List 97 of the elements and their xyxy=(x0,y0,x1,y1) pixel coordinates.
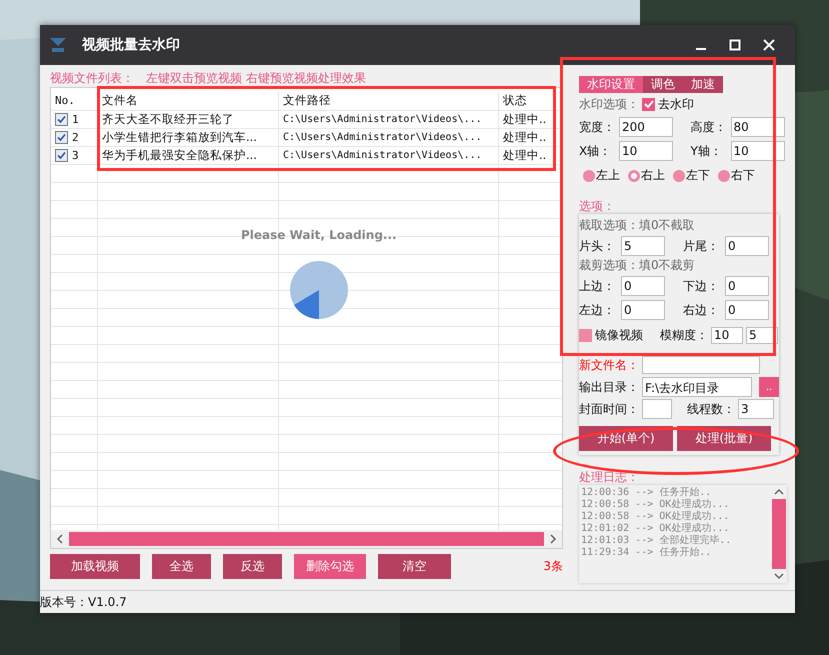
row-number: 3 xyxy=(72,149,79,162)
action-button[interactable]: 加载视频 xyxy=(50,554,140,579)
field-label: 宽度： xyxy=(579,118,616,136)
close-icon[interactable] xyxy=(763,39,775,51)
column-header: 文件路径 xyxy=(279,91,499,110)
input-field[interactable]: 10 xyxy=(711,326,743,344)
input-field[interactable]: F:\去水印目录 xyxy=(642,377,752,397)
log-line: 12:01:02 --> OK处理成功... xyxy=(581,523,730,534)
field-label: 新文件名： xyxy=(579,356,639,374)
field-label: 高度： xyxy=(690,118,728,136)
table-cell: 处理中.. xyxy=(503,148,546,163)
column-header: No. xyxy=(51,91,98,110)
checkbox[interactable] xyxy=(579,328,592,342)
radio-label: 左上 xyxy=(596,167,620,184)
table-cell: 小学生错把行李箱放到汽车... xyxy=(102,130,257,145)
input-field[interactable]: 0 xyxy=(725,300,769,320)
action-button[interactable]: 反选 xyxy=(223,554,282,579)
field-label: 封面时间： xyxy=(579,400,639,418)
radio-label: 右上 xyxy=(641,167,665,184)
checkbox[interactable] xyxy=(55,113,68,126)
input-field[interactable]: 5 xyxy=(746,326,778,344)
column-header: 状态 xyxy=(502,92,528,109)
input-field[interactable]: 5 xyxy=(621,236,665,256)
section-label: 处理日志： xyxy=(579,469,640,483)
input-field[interactable]: 3 xyxy=(738,399,774,419)
horizontal-scrollbar[interactable] xyxy=(51,530,562,548)
version-text: 版本号：V1.0.7 xyxy=(40,594,127,610)
field-label: 下边： xyxy=(683,278,720,294)
list-label: 视频文件列表： xyxy=(50,70,134,86)
log-line: 11:29:34 --> 任务开始.. xyxy=(581,547,712,559)
action-button[interactable]: 全选 xyxy=(152,554,211,579)
window-title: 视频批量去水印 xyxy=(82,36,180,54)
field-label: 左边： xyxy=(579,302,616,318)
input-field[interactable]: 10 xyxy=(619,141,673,161)
tab[interactable]: 水印设置 xyxy=(579,76,643,93)
tab[interactable]: 调色 xyxy=(643,76,683,93)
row-number: 2 xyxy=(72,131,79,144)
table-cell: C:\Users\Administrator\Videos\... xyxy=(283,150,482,161)
log-line: 12:01:03 --> 全部处理完毕.. xyxy=(581,535,732,547)
table-cell: 齐天大圣不取经开三轮了 xyxy=(102,112,234,127)
field-label: 片头： xyxy=(579,238,616,254)
field-label: 右边： xyxy=(683,302,720,318)
field-label: X轴： xyxy=(579,142,612,160)
log-line: 12:00:36 --> 任务开始.. xyxy=(581,487,712,498)
field-label: Y轴： xyxy=(690,142,723,160)
log-line: 12:00:58 --> OK处理成功... xyxy=(581,499,730,510)
input-field[interactable]: 0 xyxy=(621,276,665,296)
hint-text: 左键双击预览视频 右键预览视频处理效果 xyxy=(146,70,366,86)
radio-button[interactable] xyxy=(628,170,640,182)
action-button[interactable]: 清空 xyxy=(378,554,451,579)
hint-text: 裁剪选项：填0不裁剪 xyxy=(579,257,696,274)
input-field[interactable]: 80 xyxy=(730,117,784,137)
column-header: 文件名 xyxy=(98,91,279,110)
table-cell: C:\Users\Administrator\Videos\... xyxy=(283,132,482,143)
checkbox[interactable] xyxy=(55,131,68,144)
radio-button[interactable] xyxy=(718,170,730,182)
field-label: 模糊度： xyxy=(660,326,708,344)
app-icon xyxy=(48,36,68,54)
field-label: 上边： xyxy=(579,278,616,294)
input-field[interactable]: 200 xyxy=(619,117,673,137)
radio-button[interactable] xyxy=(583,170,595,182)
input-field[interactable]: 0 xyxy=(725,236,769,256)
radio-label: 左下 xyxy=(686,167,710,184)
table-cell: 华为手机最强安全隐私保护... xyxy=(102,148,257,163)
input-field[interactable] xyxy=(642,399,672,419)
loading-spinner-icon xyxy=(288,260,349,320)
checkbox[interactable] xyxy=(642,98,655,110)
checkbox-label: 去水印 xyxy=(658,96,694,112)
log-line: 12:00:58 --> OK处理成功... xyxy=(581,511,730,522)
scroll-down-icon[interactable] xyxy=(774,572,784,580)
checkbox[interactable] xyxy=(55,149,68,162)
input-field[interactable]: 0 xyxy=(621,300,665,320)
hint-text: 截取选项：填0不截取 xyxy=(579,217,696,234)
field-label: 输出目录： xyxy=(579,378,639,396)
field-label: 水印选项： xyxy=(579,96,639,112)
scroll-left-icon[interactable] xyxy=(56,534,64,544)
table-cell: C:\Users\Administrator\Videos\... xyxy=(283,114,482,125)
maximize-icon[interactable] xyxy=(729,39,741,51)
scroll-up-icon[interactable] xyxy=(774,488,784,496)
file-count: 3条 xyxy=(543,558,563,575)
row-number: 1 xyxy=(72,113,79,126)
field-label: 线程数： xyxy=(687,400,735,418)
table-cell: 处理中.. xyxy=(503,130,546,145)
input-field[interactable] xyxy=(642,356,760,374)
browse-button[interactable]: .. xyxy=(759,377,779,397)
action-button[interactable]: 删除勾选 xyxy=(294,554,366,579)
loading-text: Please Wait, Loading... xyxy=(241,228,397,242)
scroll-right-icon[interactable] xyxy=(549,534,557,544)
field-label: 片尾： xyxy=(683,238,720,254)
radio-label: 右下 xyxy=(731,167,755,184)
table-cell: 处理中.. xyxy=(503,112,546,127)
section-label: 选项： xyxy=(579,198,616,212)
radio-button[interactable] xyxy=(673,170,685,182)
input-field[interactable]: 10 xyxy=(730,141,784,161)
input-field[interactable]: 0 xyxy=(725,276,769,296)
checkbox-label: 镜像视频 xyxy=(595,326,643,344)
tab[interactable]: 加速 xyxy=(683,76,723,93)
